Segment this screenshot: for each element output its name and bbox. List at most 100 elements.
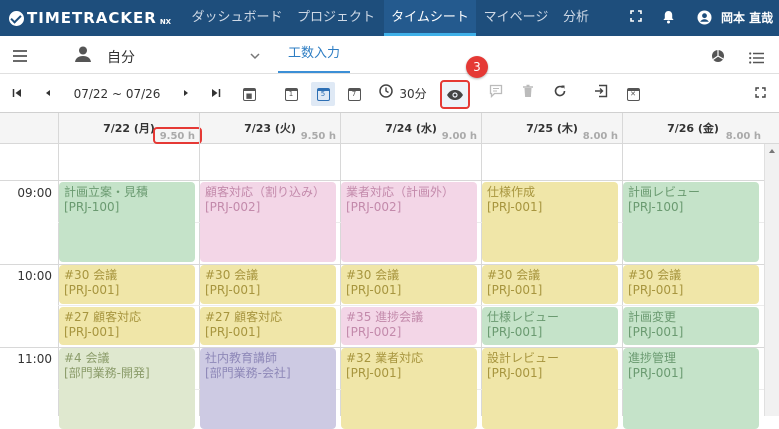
entry-code: [PRJ-001] xyxy=(487,200,543,214)
entry-code: [PRJ-001] xyxy=(64,283,120,298)
time-entry-block[interactable]: #30 会議 [PRJ-001] xyxy=(341,265,477,304)
day-hours: 9.00 h xyxy=(441,131,477,142)
entry-title: #4 会議 xyxy=(64,351,110,366)
entry-code: [PRJ-002] xyxy=(346,200,402,214)
vertical-scrollbar[interactable] xyxy=(764,144,779,416)
entry-code: [PRJ-001] xyxy=(205,283,261,298)
time-entry-block[interactable]: #32 業者対応 [PRJ-001] xyxy=(341,348,477,429)
entry-title: 設計レビュー xyxy=(487,351,560,366)
time-label: 09:00 xyxy=(17,186,52,200)
today-calendar-icon[interactable]: ■ xyxy=(239,84,259,104)
account-icon[interactable] xyxy=(696,10,712,26)
expand-icon[interactable] xyxy=(750,84,770,104)
day-hours: 8.00 h xyxy=(725,131,761,142)
all-day-row[interactable] xyxy=(0,144,779,181)
app-logo[interactable]: TIMETRACKER NX xyxy=(9,9,171,27)
entry-code: [PRJ-001] xyxy=(346,283,402,298)
time-entry-block[interactable]: 仕様作成 [PRJ-001] xyxy=(482,182,618,263)
next-week-icon[interactable] xyxy=(176,84,196,104)
time-entry-block[interactable]: #27 顧客対応 [PRJ-001] xyxy=(59,306,195,346)
menu-icon[interactable] xyxy=(12,48,28,67)
entry-code: [PRJ-001] xyxy=(487,283,543,298)
entry-code: [PRJ-001] xyxy=(628,366,684,381)
day-header[interactable]: 7/23 (火) 9.50 h xyxy=(199,113,340,144)
day-header[interactable]: 7/25 (木) 8.00 h xyxy=(481,113,622,144)
clear-calendar-icon[interactable]: ✕ xyxy=(623,84,643,104)
user-name[interactable]: 岡本 直哉 xyxy=(721,0,773,36)
nav-timesheet[interactable]: タイムシート xyxy=(384,0,476,36)
entry-code: [部門業務-会社] xyxy=(205,366,291,381)
date-range[interactable]: 07/22 ~ 07/26 xyxy=(72,84,162,104)
day-view-icon[interactable]: 1 xyxy=(281,84,301,104)
time-entry-block[interactable]: 設計レビュー [PRJ-001] xyxy=(482,348,618,429)
time-entry-block[interactable]: 計画レビュー [PRJ-100] xyxy=(623,182,759,263)
eye-icon-highlighted[interactable] xyxy=(446,86,464,104)
entry-title: #30 会議 xyxy=(628,268,682,283)
entry-code: [PRJ-001] xyxy=(346,366,402,381)
entry-code: [PRJ-001] xyxy=(487,324,543,339)
refresh-icon[interactable] xyxy=(550,84,570,104)
entry-title: #27 顧客対応 xyxy=(205,309,283,324)
logo-check-icon xyxy=(9,10,24,26)
comment-icon[interactable] xyxy=(486,84,506,104)
entry-title: 計画レビュー xyxy=(628,185,701,199)
tab-effort-entry[interactable]: 工数入力 xyxy=(278,36,350,73)
interval-value[interactable]: 30分 xyxy=(397,84,429,104)
clock-icon[interactable] xyxy=(376,84,396,104)
delete-icon[interactable] xyxy=(518,84,538,104)
time-entry-block[interactable]: #30 会議 [PRJ-001] xyxy=(623,265,759,304)
last-week-icon[interactable] xyxy=(206,84,226,104)
entry-title: 業者対応（計画外） xyxy=(346,185,455,199)
fullscreen-icon[interactable] xyxy=(628,10,644,26)
calendar-header: 7/22 (月) 9.50 h 7/23 (火) 9.50 h 7/24 (水)… xyxy=(0,113,779,144)
entry-title: #35 進捗会議 xyxy=(346,309,424,324)
entry-code: [PRJ-001] xyxy=(64,324,120,339)
time-entry-block[interactable]: 業者対応（計画外） [PRJ-002] xyxy=(341,182,477,263)
entry-code: [PRJ-001] xyxy=(487,366,543,381)
time-entry-block[interactable]: 進捗管理 [PRJ-001] xyxy=(623,348,759,429)
list-icon[interactable] xyxy=(749,49,764,68)
time-label: 10:00 xyxy=(17,269,52,283)
time-entry-block[interactable]: 仕様レビュー [PRJ-001] xyxy=(482,306,618,346)
time-entry-block[interactable]: 計画立案・見積 [PRJ-100] xyxy=(59,182,195,263)
entry-title: #30 会議 xyxy=(346,268,400,283)
day-header[interactable]: 7/24 (水) 9.00 h xyxy=(340,113,481,144)
week7-view-icon[interactable]: 7 xyxy=(344,84,364,104)
time-entry-block[interactable]: #35 進捗会議 [PRJ-002] xyxy=(341,306,477,346)
person-selector-label[interactable]: 自分 xyxy=(107,47,135,67)
nav-project[interactable]: プロジェクト xyxy=(290,0,382,36)
time-entry-block[interactable]: #30 会議 [PRJ-001] xyxy=(200,265,336,304)
entry-code: [PRJ-100] xyxy=(64,200,120,214)
import-icon[interactable] xyxy=(591,84,611,104)
time-entry-block[interactable]: 社内教育講師 [部門業務-会社] xyxy=(200,348,336,429)
time-entry-block[interactable]: #30 会議 [PRJ-001] xyxy=(59,265,195,304)
entry-title: 進捗管理 xyxy=(628,351,677,366)
first-week-icon[interactable] xyxy=(7,84,27,104)
bell-icon[interactable] xyxy=(660,10,676,26)
logo-text: TIMETRACKER xyxy=(27,9,157,27)
nav-dashboard[interactable]: ダッシュボード xyxy=(186,0,288,36)
nav-mypage[interactable]: マイページ xyxy=(478,0,554,36)
prev-week-icon[interactable] xyxy=(38,84,58,104)
entry-code: [PRJ-001] xyxy=(628,283,684,298)
entry-title: 仕様レビュー xyxy=(487,309,560,324)
nav-analysis[interactable]: 分析 xyxy=(556,0,596,36)
entry-code: [PRJ-001] xyxy=(628,324,684,339)
time-entry-block[interactable]: 顧客対応（割り込み） [PRJ-002] xyxy=(200,182,336,263)
time-entry-block[interactable]: #30 会議 [PRJ-001] xyxy=(482,265,618,304)
chevron-down-icon[interactable] xyxy=(249,47,261,66)
entry-code: [PRJ-001] xyxy=(205,324,261,339)
top-nav-bar: TIMETRACKER NX ダッシュボード プロジェクト タイムシート マイペ… xyxy=(0,0,779,36)
entry-title: 顧客対応（割り込み） xyxy=(205,185,326,199)
time-entry-block[interactable]: 計画変更 [PRJ-001] xyxy=(623,306,759,346)
day-header[interactable]: 7/26 (金) 8.00 h xyxy=(622,113,779,144)
entry-code: [部門業務-開発] xyxy=(64,366,150,381)
day-hours: 9.50 h xyxy=(300,131,336,142)
sub-bar: 自分 工数入力 xyxy=(0,36,779,74)
logo-suffix: NX xyxy=(159,18,172,26)
week5-view-icon[interactable]: 5 xyxy=(311,82,335,106)
time-entry-block[interactable]: #27 顧客対応 [PRJ-001] xyxy=(200,306,336,346)
pie-chart-icon[interactable] xyxy=(711,48,725,67)
half-hour-line xyxy=(58,305,764,306)
time-entry-block[interactable]: #4 会議 [部門業務-開発] xyxy=(59,348,195,429)
